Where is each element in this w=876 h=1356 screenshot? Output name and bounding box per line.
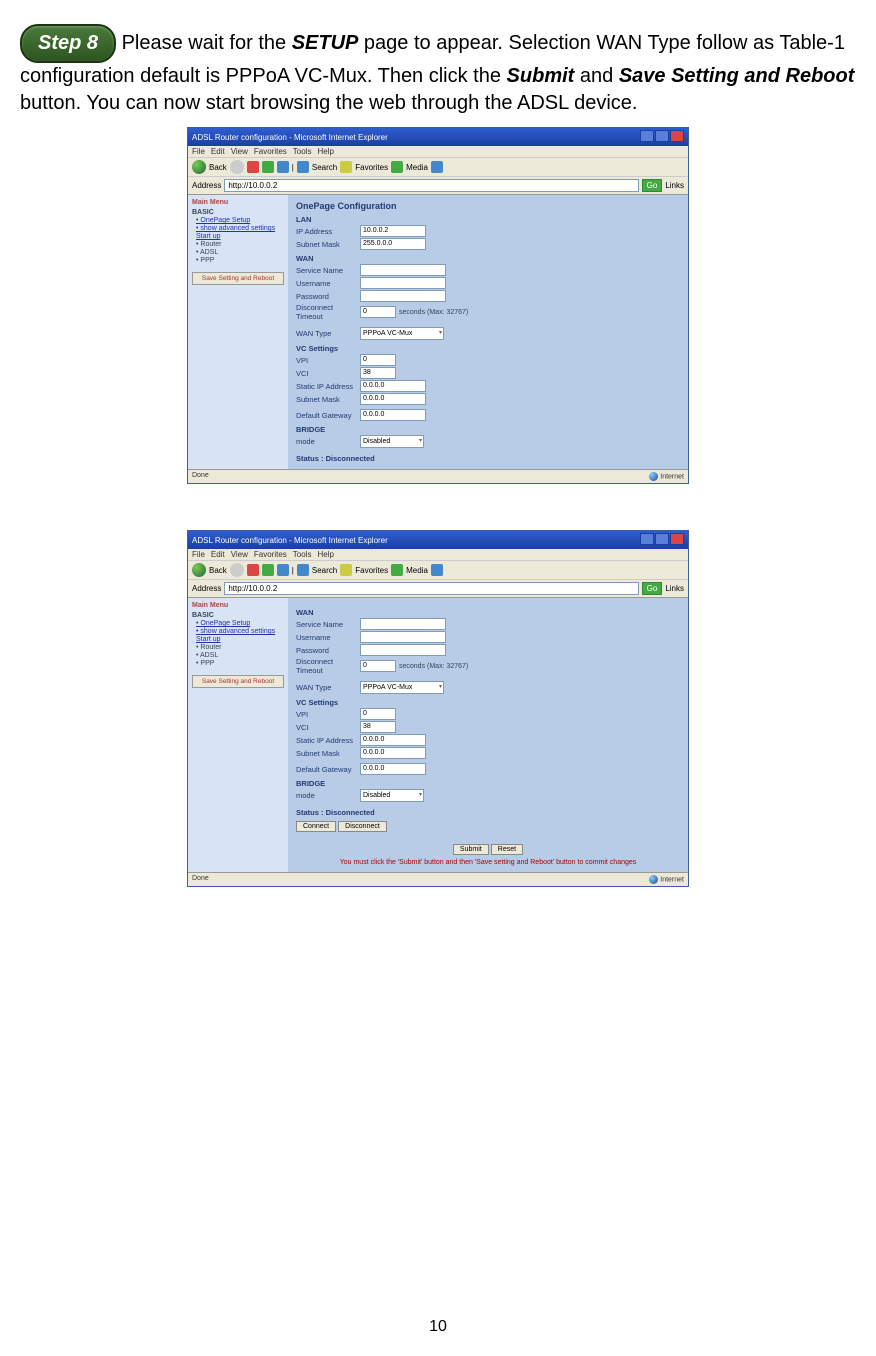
maximize-icon	[655, 130, 669, 142]
address-bar: Address http://10.0.0.2 Go Links	[188, 580, 688, 598]
wan-type-select[interactable]: PPPoA VC-Mux	[360, 327, 444, 340]
config-panel: OnePage Configuration LAN IP Address10.0…	[288, 195, 688, 469]
sidebar: Main Menu BASIC • OnePage Setup • show a…	[188, 598, 288, 872]
username-input[interactable]	[360, 277, 446, 289]
step-badge: Step 8	[20, 24, 116, 63]
gateway-input[interactable]: 0.0.0.0	[360, 763, 426, 775]
address-input[interactable]: http://10.0.0.2	[224, 582, 638, 595]
connect-button[interactable]: Connect	[296, 821, 336, 832]
vci-input[interactable]: 38	[360, 721, 396, 733]
close-icon	[670, 130, 684, 142]
timeout-input[interactable]: 0	[360, 660, 396, 672]
bridge-mode-select[interactable]: Disabled	[360, 435, 424, 448]
screenshot-2: ADSL Router configuration - Microsoft In…	[187, 530, 689, 887]
static-mask-input[interactable]: 0.0.0.0	[360, 747, 426, 759]
go-button[interactable]: Go	[642, 582, 663, 595]
stop-icon[interactable]	[247, 564, 259, 576]
lan-ip-input[interactable]: 10.0.0.2	[360, 225, 426, 237]
refresh-icon[interactable]	[262, 564, 274, 576]
statusbar: Done Internet	[188, 469, 688, 483]
submit-emphasis: Submit	[507, 65, 575, 87]
minimize-icon	[640, 533, 654, 545]
main-menu-label: Main Menu	[192, 602, 284, 609]
static-ip-input[interactable]: 0.0.0.0	[360, 380, 426, 392]
wan-type-select[interactable]: PPPoA VC-Mux	[360, 681, 444, 694]
username-input[interactable]	[360, 631, 446, 643]
close-icon	[670, 533, 684, 545]
internet-icon	[649, 875, 658, 884]
forward-icon[interactable]	[230, 160, 244, 174]
save-emphasis: Save Setting and Reboot	[619, 65, 855, 87]
maximize-icon	[655, 533, 669, 545]
window-title: ADSL Router configuration - Microsoft In…	[192, 133, 388, 142]
statusbar: Done Internet	[188, 872, 688, 886]
history-icon[interactable]	[431, 161, 443, 173]
forward-icon[interactable]	[230, 563, 244, 577]
warning-text: You must click the 'Submit' button and t…	[296, 859, 680, 866]
favorites-icon[interactable]	[340, 161, 352, 173]
window-controls[interactable]	[639, 130, 684, 144]
address-bar: Address http://10.0.0.2 Go Links	[188, 177, 688, 195]
search-icon[interactable]	[297, 564, 309, 576]
save-reboot-button[interactable]: Save Setting and Reboot	[192, 675, 284, 688]
instruction-paragraph: Step 8 Please wait for the SETUP page to…	[20, 24, 856, 117]
history-icon[interactable]	[431, 564, 443, 576]
setup-emphasis: SETUP	[292, 32, 359, 54]
password-input[interactable]	[360, 644, 446, 656]
lan-mask-input[interactable]: 255.0.0.0	[360, 238, 426, 250]
media-icon[interactable]	[391, 161, 403, 173]
bridge-mode-select[interactable]: Disabled	[360, 789, 424, 802]
status-line: Status : Disconnected	[296, 808, 680, 817]
address-input[interactable]: http://10.0.0.2	[224, 179, 638, 192]
password-input[interactable]	[360, 290, 446, 302]
gateway-input[interactable]: 0.0.0.0	[360, 409, 426, 421]
media-icon[interactable]	[391, 564, 403, 576]
service-name-input[interactable]	[360, 618, 446, 630]
screenshot-1: ADSL Router configuration - Microsoft In…	[187, 127, 689, 484]
go-button[interactable]: Go	[642, 179, 663, 192]
home-icon[interactable]	[277, 161, 289, 173]
sidebar-startup-link[interactable]: Start up	[196, 233, 284, 240]
toolbar[interactable]: Back | Search Favorites Media	[188, 561, 688, 580]
minimize-icon	[640, 130, 654, 142]
sidebar-onepage-link[interactable]: • OnePage Setup	[196, 620, 284, 627]
sidebar-startup-link[interactable]: Start up	[196, 636, 284, 643]
home-icon[interactable]	[277, 564, 289, 576]
internet-icon	[649, 472, 658, 481]
sidebar-onepage-link[interactable]: • OnePage Setup	[196, 217, 284, 224]
window-titlebar: ADSL Router configuration - Microsoft In…	[188, 128, 688, 146]
save-reboot-button[interactable]: Save Setting and Reboot	[192, 272, 284, 285]
disconnect-button[interactable]: Disconnect	[338, 821, 387, 832]
stop-icon[interactable]	[247, 161, 259, 173]
sidebar-advanced-link[interactable]: • show advanced settings	[196, 225, 284, 232]
config-panel: WAN Service Name Username Password Disco…	[288, 598, 688, 872]
vci-input[interactable]: 38	[360, 367, 396, 379]
vpi-input[interactable]: 0	[360, 354, 396, 366]
sidebar-advanced-link[interactable]: • show advanced settings	[196, 628, 284, 635]
timeout-input[interactable]: 0	[360, 306, 396, 318]
window-titlebar: ADSL Router configuration - Microsoft In…	[188, 531, 688, 549]
toolbar[interactable]: Back | Search Favorites Media	[188, 158, 688, 177]
reset-button[interactable]: Reset	[491, 844, 523, 855]
sidebar: Main Menu BASIC • OnePage Setup • show a…	[188, 195, 288, 469]
back-icon[interactable]	[192, 563, 206, 577]
static-ip-input[interactable]: 0.0.0.0	[360, 734, 426, 746]
panel-title: OnePage Configuration	[296, 201, 680, 211]
menubar[interactable]: FileEditViewFavoritesToolsHelp	[188, 549, 688, 561]
search-icon[interactable]	[297, 161, 309, 173]
submit-button[interactable]: Submit	[453, 844, 489, 855]
static-mask-input[interactable]: 0.0.0.0	[360, 393, 426, 405]
vpi-input[interactable]: 0	[360, 708, 396, 720]
main-menu-label: Main Menu	[192, 199, 284, 206]
menubar[interactable]: FileEditViewFavoritesToolsHelp	[188, 146, 688, 158]
window-title: ADSL Router configuration - Microsoft In…	[192, 536, 388, 545]
favorites-icon[interactable]	[340, 564, 352, 576]
status-line: Status : Disconnected	[296, 454, 680, 463]
service-name-input[interactable]	[360, 264, 446, 276]
page-number: 10	[0, 1318, 876, 1336]
back-icon[interactable]	[192, 160, 206, 174]
window-controls[interactable]	[639, 533, 684, 547]
refresh-icon[interactable]	[262, 161, 274, 173]
